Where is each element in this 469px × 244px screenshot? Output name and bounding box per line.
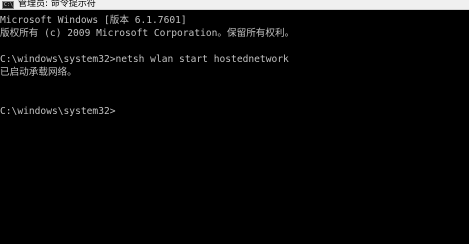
- console-line: 已启动承载网络。: [0, 67, 77, 78]
- console-line: 版权所有 (c) 2009 Microsoft Corporation。保留所有…: [0, 28, 295, 39]
- console-output[interactable]: Microsoft Windows [版本 6.1.7601] 版权所有 (c)…: [0, 10, 469, 244]
- cmd-window: C:\ 管理员: 命令提示符 Microsoft Windows [版本 6.1…: [0, 0, 469, 244]
- window-title: 管理员: 命令提示符: [18, 0, 96, 9]
- title-bar[interactable]: C:\ 管理员: 命令提示符: [0, 0, 469, 10]
- console-line: Microsoft Windows [版本 6.1.7601]: [0, 15, 187, 26]
- console-prompt[interactable]: C:\windows\system32>: [0, 105, 469, 118]
- cmd-icon: C:\: [2, 1, 14, 9]
- console-command-line: C:\windows\system32>netsh wlan start hos…: [0, 54, 289, 65]
